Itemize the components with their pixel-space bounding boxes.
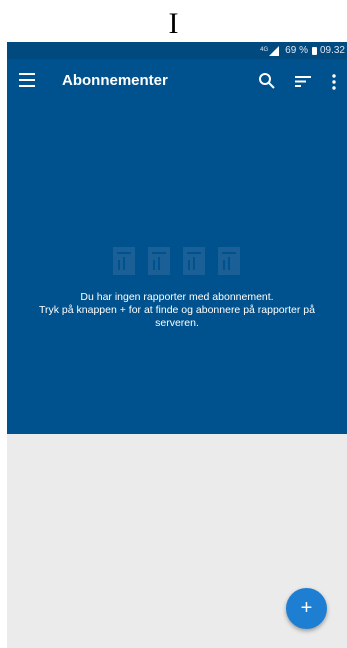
battery-percent: 69 % [285, 45, 308, 56]
empty-state-line: Du har ingen rapporter med abonnement. [80, 291, 274, 303]
sort-icon[interactable] [294, 73, 312, 89]
empty-state-panel: Du har ingen rapporter med abonnement. T… [7, 104, 347, 434]
page-title: Abonnementer [62, 72, 168, 89]
app-bar: Abonnementer [7, 59, 347, 104]
search-icon[interactable] [257, 71, 277, 91]
empty-state-line: Tryk på knappen + for at finde og abonne… [38, 304, 315, 316]
report-icon [218, 247, 240, 275]
report-icon [148, 247, 170, 275]
battery-icon [311, 46, 317, 55]
clock: 09.32 [319, 45, 345, 56]
report-icon [113, 247, 135, 275]
add-subscription-button[interactable]: + [286, 588, 327, 629]
figure-label: I [168, 7, 179, 40]
signal-indicator: 4G [260, 45, 280, 56]
more-vert-icon[interactable] [329, 72, 339, 92]
phone-screen: 4G 69 % 09.32 Abonnementer Du har ingen … [7, 42, 347, 648]
status-bar: 4G 69 % 09.32 [7, 42, 347, 59]
empty-state-message: Du har ingen rapporter med abonnement. T… [7, 291, 347, 330]
report-icon [183, 247, 205, 275]
empty-state-line: serveren. [155, 317, 199, 329]
network-type: 4G [260, 46, 269, 53]
menu-icon[interactable] [19, 73, 35, 89]
report-icons [113, 247, 240, 275]
signal-icon [269, 45, 280, 56]
